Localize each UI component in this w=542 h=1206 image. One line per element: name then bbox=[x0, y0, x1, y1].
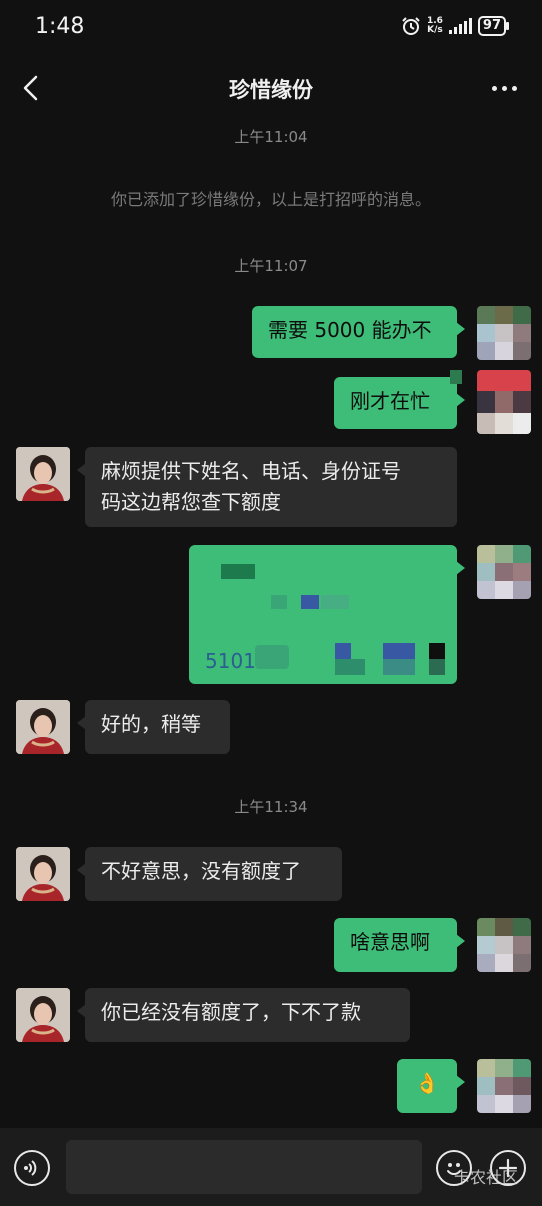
pixelation-block bbox=[429, 643, 445, 659]
message-text: 码这边帮您查下额度 bbox=[101, 490, 281, 514]
ok-hand-emoji: 👌 bbox=[414, 1071, 440, 1095]
contact-avatar[interactable] bbox=[16, 700, 70, 754]
my-message-bubble[interactable]: 👌 bbox=[397, 1059, 465, 1113]
net-speed-unit: K/s bbox=[427, 25, 443, 35]
my-message-bubble[interactable]: 需要 5000 能办不 bbox=[252, 306, 465, 358]
status-icons: 1.6 K/s 97 bbox=[401, 16, 510, 36]
my-avatar[interactable] bbox=[477, 306, 531, 360]
contact-message-bubble[interactable]: 好的，稍等 bbox=[77, 700, 230, 754]
my-avatar[interactable] bbox=[477, 545, 531, 599]
message-text: 你已经没有额度了，下不了款 bbox=[101, 1000, 361, 1024]
status-bar: 1:48 1.6 K/s 97 bbox=[0, 0, 542, 56]
watermark: 卡农社区 bbox=[454, 1168, 519, 1187]
pixelation-block bbox=[429, 659, 445, 675]
my-message-bubble[interactable]: 刚才在忙 bbox=[334, 377, 465, 429]
system-notice: 你已添加了珍惜缘份，以上是打招呼的消息。 bbox=[110, 190, 431, 209]
pixelation-block bbox=[321, 595, 349, 609]
net-speed: 1.6 K/s bbox=[427, 17, 443, 35]
pixelation-block bbox=[335, 643, 351, 659]
status-time: 1:48 bbox=[35, 14, 85, 39]
pixelation-block bbox=[255, 645, 289, 669]
my-avatar[interactable] bbox=[477, 1059, 531, 1113]
timestamp: 上午11:07 bbox=[234, 257, 308, 275]
my-message-bubble[interactable]: 啥意思啊 bbox=[334, 918, 465, 972]
signal-icon bbox=[448, 18, 472, 34]
battery-icon: 97 bbox=[477, 16, 510, 36]
chat-header: 珍惜缘份 bbox=[0, 58, 542, 118]
my-avatar[interactable] bbox=[477, 370, 531, 434]
contact-message-bubble[interactable]: 不好意思，没有额度了 bbox=[77, 847, 342, 901]
more-dots-icon[interactable] bbox=[488, 76, 520, 100]
pixelation-block bbox=[383, 643, 415, 659]
contact-avatar[interactable] bbox=[16, 447, 70, 501]
pixelation-block bbox=[221, 564, 255, 579]
message-text: 麻烦提供下姓名、电话、身份证号 bbox=[101, 459, 401, 483]
message-text: 好的，稍等 bbox=[101, 712, 201, 736]
alarm-icon bbox=[402, 17, 420, 35]
pixelation-block bbox=[271, 595, 287, 609]
message-input[interactable] bbox=[66, 1140, 422, 1194]
timestamp: 上午11:34 bbox=[234, 798, 308, 816]
contact-avatar[interactable] bbox=[16, 988, 70, 1042]
contact-message-bubble[interactable]: 你已经没有额度了，下不了款 bbox=[77, 988, 410, 1042]
voice-icon[interactable] bbox=[14, 1150, 50, 1186]
my-message-bubble-redacted[interactable]: 5101 bbox=[189, 545, 465, 684]
timestamp: 上午11:04 bbox=[234, 128, 308, 146]
contact-message-bubble[interactable]: 麻烦提供下姓名、电话、身份证号 码这边帮您查下额度 bbox=[77, 447, 457, 527]
pixelation-block bbox=[450, 370, 462, 384]
chat-title: 珍惜缘份 bbox=[229, 78, 313, 102]
pixelation-block bbox=[301, 595, 319, 609]
my-avatar[interactable] bbox=[477, 918, 531, 972]
pixelation-block bbox=[383, 659, 415, 675]
message-text: 5101 bbox=[205, 649, 256, 673]
pixelation-block bbox=[335, 659, 365, 675]
contact-avatar[interactable] bbox=[16, 847, 70, 901]
message-text: 啥意思啊 bbox=[350, 930, 430, 954]
message-text: 刚才在忙 bbox=[350, 389, 430, 413]
message-text: 不好意思，没有额度了 bbox=[101, 859, 301, 883]
message-text: 需要 5000 能办不 bbox=[268, 318, 432, 342]
